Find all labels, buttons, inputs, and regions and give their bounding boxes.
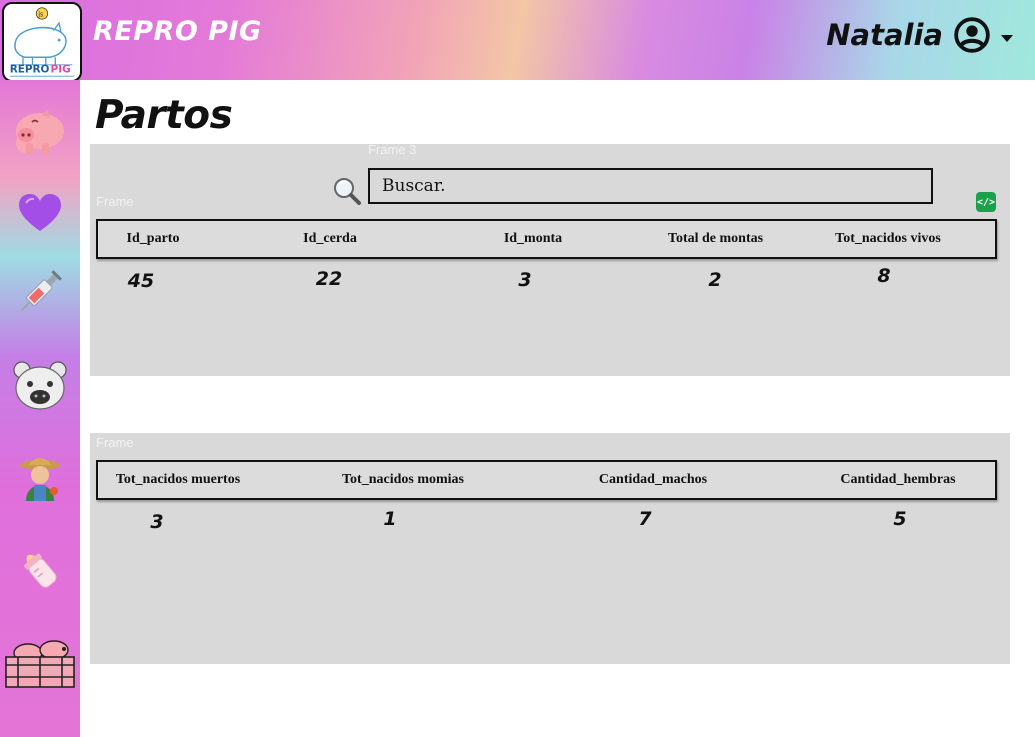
table2-value: 5 xyxy=(893,508,907,530)
sidebar-item-farmer[interactable] xyxy=(0,443,80,513)
frame-label: Frame xyxy=(96,435,134,450)
user-menu[interactable]: Natalia xyxy=(826,16,1013,54)
code-embed-icon[interactable]: </> xyxy=(976,192,996,212)
table1-value: 2 xyxy=(708,269,722,291)
sidebar-item-heart[interactable] xyxy=(0,178,80,248)
sidebar-item-piglet[interactable] xyxy=(0,351,80,421)
column-header: Tot_nacidos momias xyxy=(341,472,464,487)
table1-value: 8 xyxy=(877,265,891,287)
user-name: Natalia xyxy=(826,18,943,52)
frame-label: Frame 3 xyxy=(368,142,417,157)
column-header: Tot_nacidos vivos xyxy=(835,231,941,246)
app-title: REPRO PIG xyxy=(93,16,262,47)
table1-value: 3 xyxy=(518,269,532,291)
piglet-face-icon xyxy=(13,361,67,410)
syringe-icon xyxy=(20,270,62,312)
sidebar-item-bottle[interactable] xyxy=(0,535,80,605)
column-header: Total de montas xyxy=(667,231,764,246)
user-circle-icon[interactable] xyxy=(953,16,991,54)
sidebar-item-pig[interactable] xyxy=(0,98,80,168)
table1-header: Id_parto Id_cerda Id_monta Total de mont… xyxy=(96,219,997,259)
table2-value: 3 xyxy=(150,511,164,533)
sidebar-item-vaccine[interactable] xyxy=(0,257,80,327)
column-header: Cantidad_hembras xyxy=(840,472,956,487)
farmer-icon xyxy=(20,458,60,501)
purple-heart-icon xyxy=(19,194,61,231)
baby-bottle-icon xyxy=(24,553,57,588)
app-root: js REPRO PIG REPRO PIG Natalia Partos Fr… xyxy=(0,0,1035,737)
frame-label: Frame xyxy=(96,194,134,209)
svg-text:PIG: PIG xyxy=(51,63,71,75)
chevron-down-icon[interactable] xyxy=(1001,34,1013,42)
column-header: Tot_nacidos muertos xyxy=(115,472,241,487)
magnifier-icon[interactable] xyxy=(332,176,362,210)
column-header: Id_cerda xyxy=(303,231,357,246)
column-header: Cantidad_machos xyxy=(598,472,708,487)
search-input[interactable] xyxy=(368,168,933,204)
svg-text:js: js xyxy=(37,10,44,18)
table2-header: Tot_nacidos muertos Tot_nacidos momias C… xyxy=(96,460,997,500)
app-logo[interactable]: js REPRO PIG xyxy=(2,2,82,82)
pig-pen-icon xyxy=(5,640,75,688)
logo-pig-icon: js REPRO PIG xyxy=(10,7,75,77)
table2-value: 1 xyxy=(383,508,397,530)
column-header: Id_monta xyxy=(503,231,563,246)
sidebar xyxy=(0,80,80,737)
sidebar-item-pen[interactable] xyxy=(0,628,80,698)
pig-face-icon xyxy=(16,109,64,155)
table2-value: 7 xyxy=(638,508,652,530)
top-bar: js REPRO PIG REPRO PIG Natalia xyxy=(0,0,1035,82)
table1-value: 45 xyxy=(127,270,155,292)
svg-text:REPRO: REPRO xyxy=(10,63,50,75)
table1-value: 22 xyxy=(315,268,343,290)
page-title: Partos xyxy=(95,93,233,138)
column-header: Id_parto xyxy=(126,231,180,246)
